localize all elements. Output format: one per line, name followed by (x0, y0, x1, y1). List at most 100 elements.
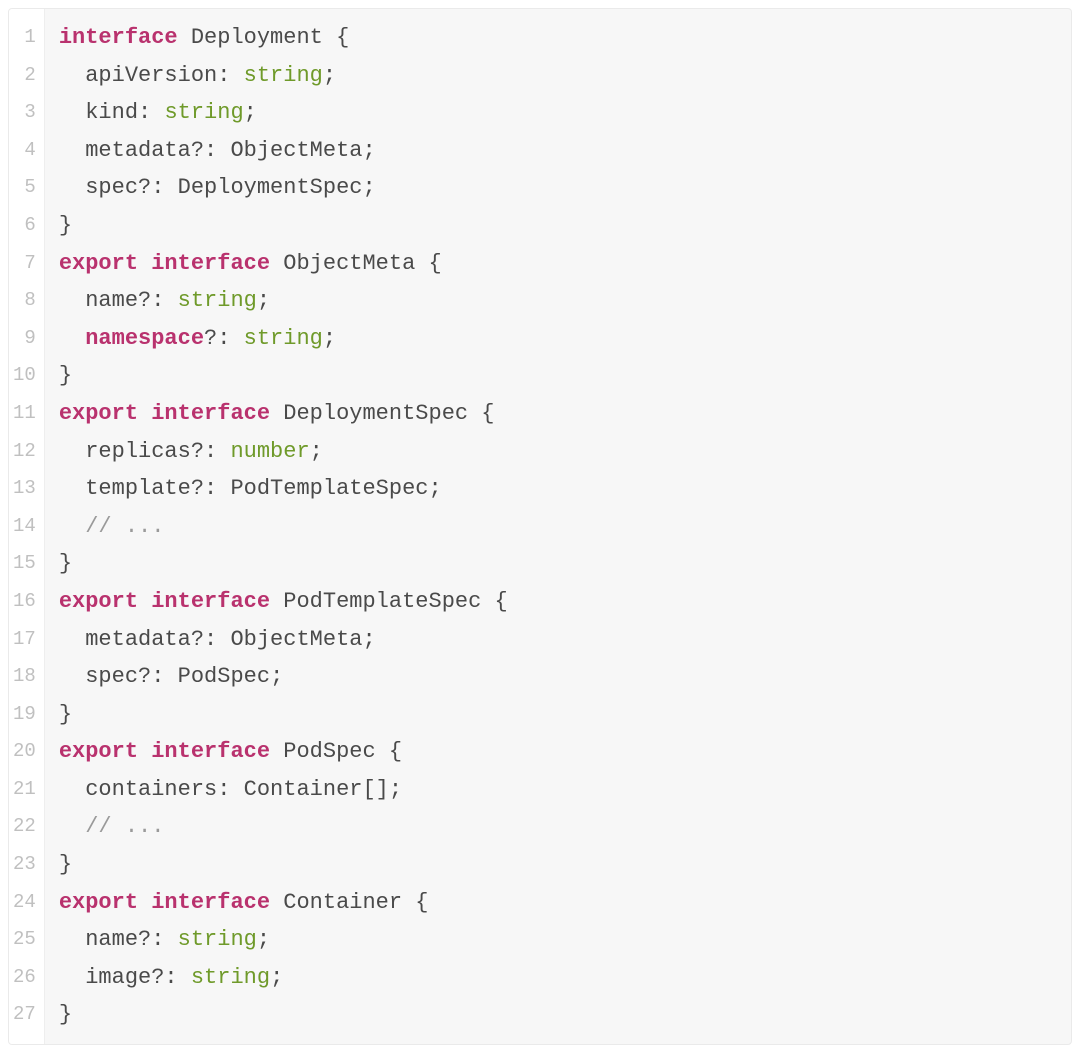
code-line: } (59, 357, 1055, 395)
token-nm: ObjectMeta (283, 251, 415, 276)
line-number: 9 (13, 320, 38, 358)
token-pn: ?: (138, 927, 178, 952)
token-typ: string (178, 927, 257, 952)
line-number: 21 (13, 771, 38, 809)
line-number: 24 (13, 884, 38, 922)
token-pn (270, 890, 283, 915)
token-nm: apiVersion (85, 63, 217, 88)
token-kw: export (59, 251, 138, 276)
token-pn (270, 401, 283, 426)
token-pn: { (402, 890, 428, 915)
token-nm: PodTemplateSpec (230, 476, 428, 501)
code-line: spec?: PodSpec; (59, 658, 1055, 696)
token-cm: // ... (85, 514, 164, 539)
token-pn (138, 739, 151, 764)
token-pn: ; (362, 138, 375, 163)
token-pn: ?: (191, 439, 231, 464)
token-pn: ?: (191, 138, 231, 163)
token-pn: ; (257, 927, 270, 952)
code-block: 1234567891011121314151617181920212223242… (8, 8, 1072, 1045)
code-line: export interface ObjectMeta { (59, 245, 1055, 283)
code-line: containers: Container[]; (59, 771, 1055, 809)
code-line: spec?: DeploymentSpec; (59, 169, 1055, 207)
line-number: 1 (13, 19, 38, 57)
token-kw: export (59, 739, 138, 764)
token-pn: ?: (204, 326, 244, 351)
token-pn: ?: (191, 476, 231, 501)
token-nm: name (85, 288, 138, 313)
token-pn (59, 514, 85, 539)
token-pn (59, 288, 85, 313)
code-line: template?: PodTemplateSpec; (59, 470, 1055, 508)
token-nm: PodTemplateSpec (283, 589, 481, 614)
code-line: // ... (59, 808, 1055, 846)
token-pn: ; (323, 326, 336, 351)
token-pn: } (59, 363, 72, 388)
code-line: metadata?: ObjectMeta; (59, 621, 1055, 659)
token-nm: PodSpec (283, 739, 375, 764)
token-pn: : (217, 63, 243, 88)
token-nm: DeploymentSpec (283, 401, 468, 426)
token-kw: export (59, 890, 138, 915)
token-pn (59, 664, 85, 689)
code-line: } (59, 207, 1055, 245)
token-pn (59, 627, 85, 652)
token-pn (138, 251, 151, 276)
line-number: 25 (13, 921, 38, 959)
token-nm: image (85, 965, 151, 990)
line-number: 13 (13, 470, 38, 508)
line-number: 4 (13, 132, 38, 170)
token-pn: { (323, 25, 349, 50)
code-line: kind: string; (59, 94, 1055, 132)
token-pn: } (59, 702, 72, 727)
token-pn (138, 401, 151, 426)
code-line: } (59, 696, 1055, 734)
token-pn: } (59, 551, 72, 576)
code-content[interactable]: interface Deployment { apiVersion: strin… (45, 9, 1071, 1044)
token-pn: { (468, 401, 494, 426)
token-pn (270, 739, 283, 764)
token-pn: ; (362, 627, 375, 652)
token-pn (59, 814, 85, 839)
token-nm: metadata (85, 138, 191, 163)
token-pn (270, 589, 283, 614)
token-nm: containers (85, 777, 217, 802)
token-kw: interface (59, 25, 178, 50)
token-pn: ; (323, 63, 336, 88)
token-kw: export (59, 589, 138, 614)
token-nm: Container (283, 890, 402, 915)
token-pn: ?: (138, 288, 178, 313)
line-number: 11 (13, 395, 38, 433)
token-pn: ; (270, 664, 283, 689)
token-pn: { (415, 251, 441, 276)
token-pn (59, 927, 85, 952)
line-number: 3 (13, 94, 38, 132)
token-pn: { (481, 589, 507, 614)
code-line: metadata?: ObjectMeta; (59, 132, 1055, 170)
line-number: 16 (13, 583, 38, 621)
token-pn: } (59, 852, 72, 877)
token-pn (59, 439, 85, 464)
code-line: name?: string; (59, 282, 1055, 320)
token-nm: kind (85, 100, 138, 125)
line-number: 27 (13, 996, 38, 1034)
token-typ: string (164, 100, 243, 125)
token-pn: } (59, 1002, 72, 1027)
token-nm: name (85, 927, 138, 952)
token-opt: namespace (85, 326, 204, 351)
token-pn: ?: (138, 175, 178, 200)
token-pn (59, 138, 85, 163)
token-pn: : (217, 777, 243, 802)
code-line: } (59, 846, 1055, 884)
token-nm: ObjectMeta (230, 138, 362, 163)
token-kw: interface (151, 251, 270, 276)
token-pn (59, 326, 85, 351)
line-number: 6 (13, 207, 38, 245)
token-pn: []; (362, 777, 402, 802)
token-nm: PodSpec (178, 664, 270, 689)
line-number: 7 (13, 245, 38, 283)
token-pn: ; (310, 439, 323, 464)
code-line: name?: string; (59, 921, 1055, 959)
code-line: namespace?: string; (59, 320, 1055, 358)
token-pn (59, 476, 85, 501)
